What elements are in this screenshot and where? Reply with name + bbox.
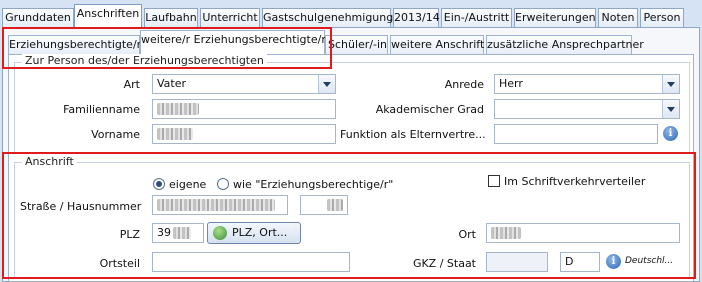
chevron-down-icon[interactable] xyxy=(662,100,679,118)
subtab-zusaetzliche-ansprechpartner[interactable]: zusätzliche Ansprechpartner xyxy=(486,35,644,54)
akad-grad-label: Akademischer Grad xyxy=(375,103,484,116)
info-icon[interactable]: i xyxy=(663,126,678,141)
chevron-down-icon[interactable] xyxy=(318,75,335,93)
tab-erweiterungen[interactable]: Erweiterungen xyxy=(514,8,596,27)
chevron-down-icon[interactable] xyxy=(662,75,679,93)
funktion-label: Funktion als Elternvertre... xyxy=(340,128,486,141)
familienname-label: Familienname xyxy=(63,103,140,116)
funktion-input[interactable] xyxy=(494,124,658,144)
tab-laufbahn[interactable]: Laufbahn xyxy=(144,8,198,27)
anrede-label: Anrede xyxy=(444,78,484,91)
vorname-label: Vorname xyxy=(91,128,140,141)
tab-2013-14[interactable]: 2013/14 xyxy=(393,8,440,27)
akad-grad-select[interactable] xyxy=(494,99,680,119)
anrede-value: Herr xyxy=(499,77,523,90)
art-select[interactable]: Vater xyxy=(152,74,336,94)
subtab-weitere-anschrift[interactable]: weitere Anschrift xyxy=(390,35,484,54)
art-value: Vater xyxy=(157,77,187,90)
art-label: Art xyxy=(123,78,140,91)
subtab-schueler[interactable]: Schüler/-in xyxy=(325,35,388,54)
tab-gastschulgenehmigung[interactable]: Gastschulgenehmigung xyxy=(262,8,393,27)
anrede-select[interactable]: Herr xyxy=(494,74,680,94)
tab-person[interactable]: Person xyxy=(640,8,684,27)
tab-noten[interactable]: Noten xyxy=(598,8,638,27)
familienname-input[interactable] xyxy=(152,99,336,119)
tab-grunddaten[interactable]: Grunddaten xyxy=(2,8,74,27)
highlight-subtabs xyxy=(2,27,332,69)
tab-unterricht[interactable]: Unterricht xyxy=(200,8,260,27)
redacted-text xyxy=(157,103,199,115)
redacted-text xyxy=(157,128,193,140)
tab-ein-austritt[interactable]: Ein-/Austritt xyxy=(441,8,512,27)
highlight-address xyxy=(2,152,696,279)
vorname-input[interactable] xyxy=(152,124,336,144)
tab-anschriften[interactable]: Anschriften xyxy=(74,4,142,28)
